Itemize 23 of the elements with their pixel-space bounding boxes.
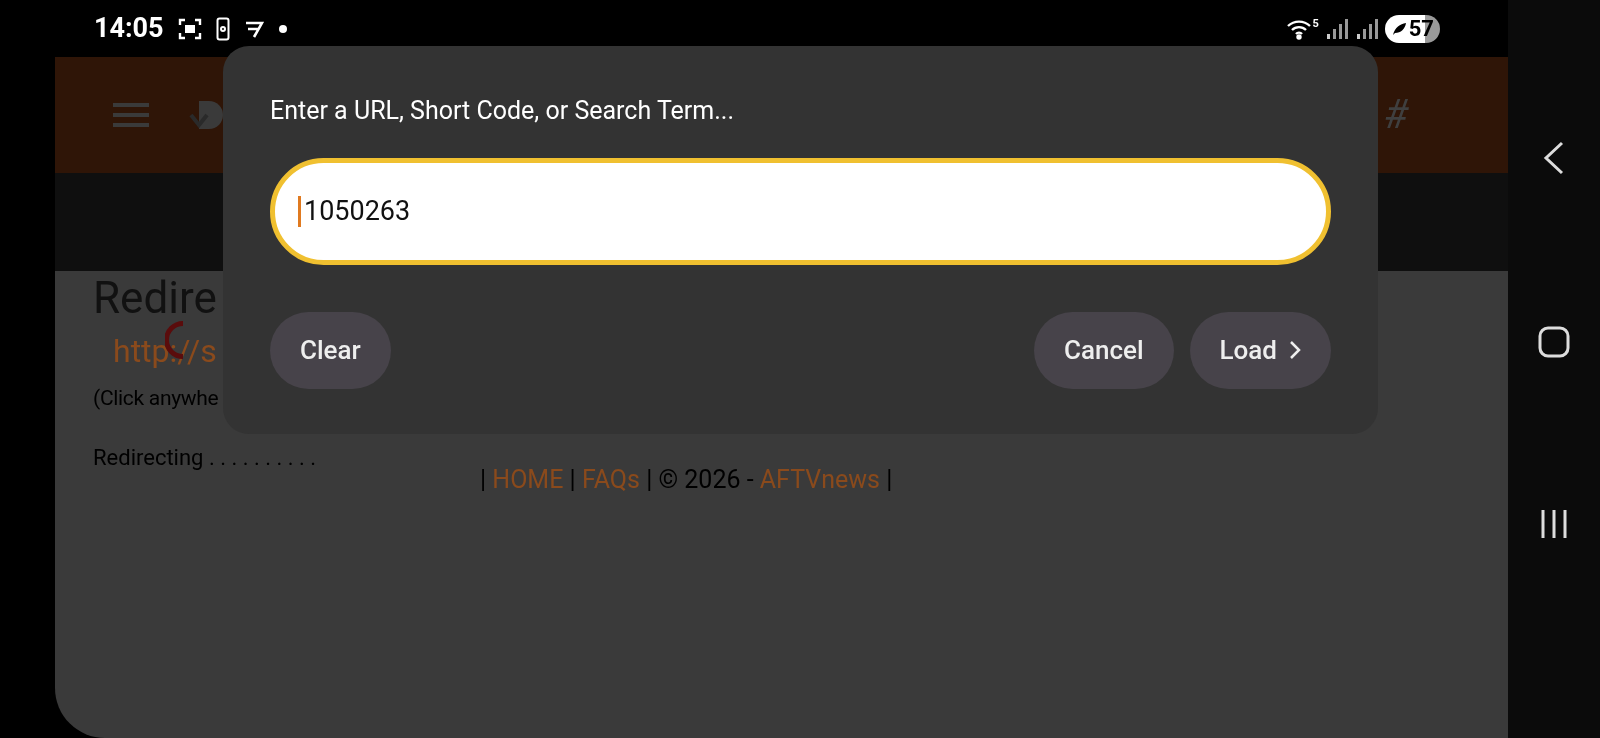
signal-icon <box>1354 17 1379 40</box>
clock-time: 14:05 <box>94 11 164 47</box>
recents-icon[interactable] <box>1539 508 1569 540</box>
battery-indicator: 57 <box>1384 14 1440 43</box>
screenshot-icon <box>177 16 202 41</box>
phone-icon <box>215 16 230 41</box>
dialog-title: Enter a URL, Short Code, or Search Term... <box>270 95 736 127</box>
wifi-label: 5 <box>1312 17 1319 29</box>
leaf-icon <box>1390 20 1407 37</box>
dialog-button[interactable]: Clear <box>270 311 391 389</box>
footer-text: | HOME | FAQs | © 2026 - AFTVnews | <box>480 463 893 496</box>
signal-icon <box>1324 17 1349 40</box>
header-mark: # <box>1384 90 1408 140</box>
input-field[interactable]: 1050263 <box>270 157 1331 265</box>
wifi-icon <box>1286 17 1313 40</box>
text-cursor <box>298 195 301 227</box>
home-icon[interactable] <box>1538 326 1570 358</box>
notification-dot-icon <box>277 23 288 34</box>
dialog-button[interactable]: Cancel <box>1033 311 1174 389</box>
back-icon[interactable] <box>1542 140 1566 176</box>
dialog-button[interactable]: Load <box>1189 311 1331 389</box>
status-text: Redirecting . . . . . . . . . . <box>93 443 318 472</box>
instruction-text: (Click anywhe <box>93 385 220 412</box>
